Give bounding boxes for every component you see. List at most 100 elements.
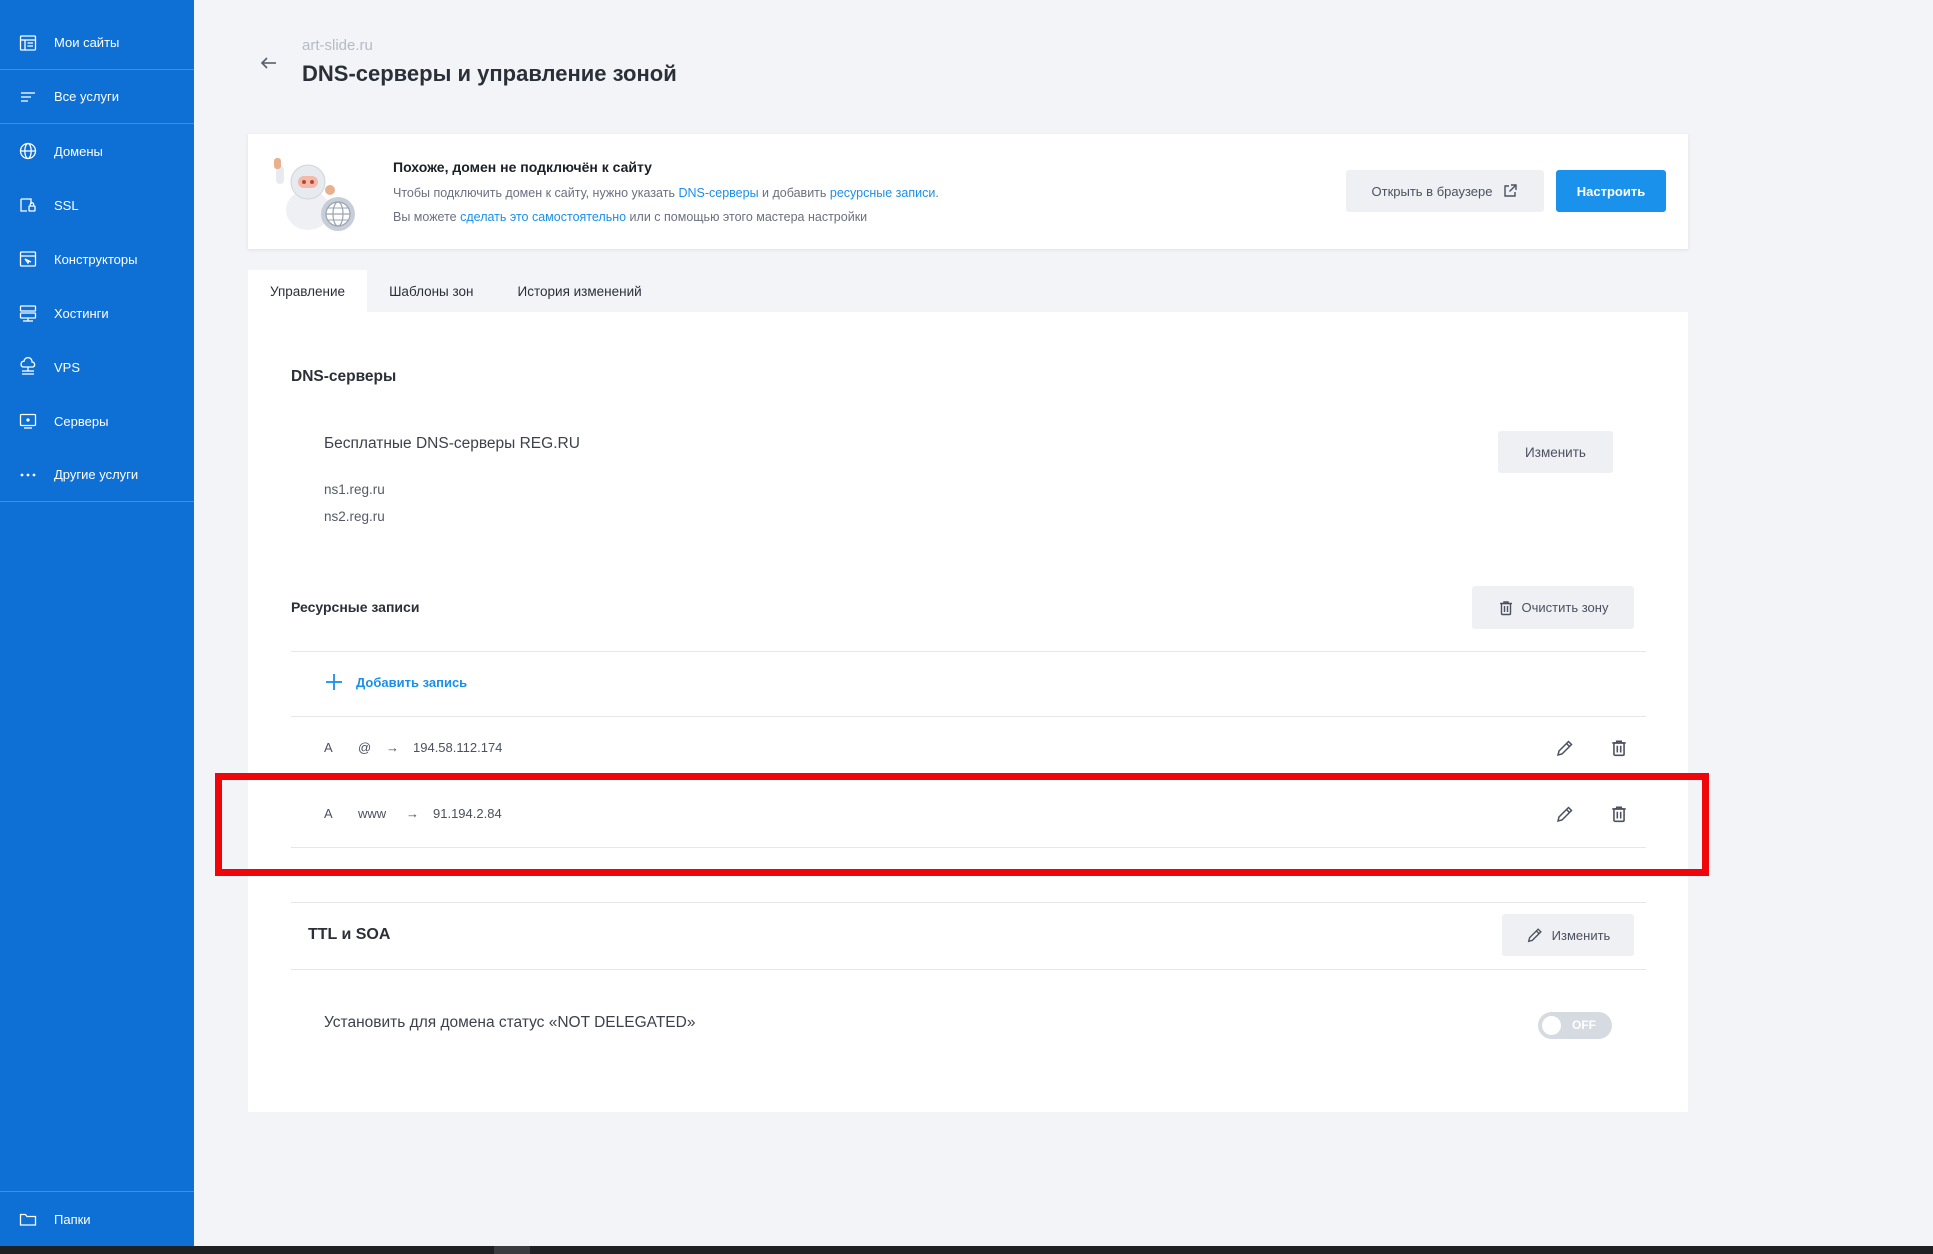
dns-servers-heading: DNS-серверы (291, 368, 397, 385)
folder-icon (18, 1209, 38, 1229)
globe-icon (18, 141, 38, 161)
sidebar-item-vps[interactable]: VPS (0, 340, 194, 394)
not-delegated-toggle[interactable]: OFF (1538, 1012, 1612, 1039)
management-panel: DNS-серверы Бесплатные DNS-серверы REG.R… (248, 312, 1688, 1112)
page-title: DNS-серверы и управление зоной (302, 61, 677, 86)
sidebar-item-label: VPS (54, 359, 81, 375)
add-record-label: Добавить запись (356, 674, 468, 690)
hosting-icon (18, 303, 38, 323)
clear-zone-label: Очистить зону (1521, 600, 1609, 615)
sidebar-item-label: Серверы (54, 413, 109, 429)
banner-text: Чтобы подключить домен к сайту, нужно ук… (393, 186, 679, 200)
divider (291, 902, 1646, 903)
record-value: 194.58.112.174 (413, 740, 503, 755)
divider (291, 847, 1646, 848)
tab-bar: Управление Шаблоны зон История изменений (248, 270, 664, 312)
trash-icon (1499, 600, 1512, 615)
sidebar-item-label: Папки (54, 1211, 91, 1227)
record-row: A www → 91.194.2.84 (291, 788, 1646, 840)
configure-button[interactable]: Настроить (1556, 170, 1666, 212)
record-value: 91.194.2.84 (433, 806, 502, 821)
change-ttl-button[interactable]: Изменить (1502, 914, 1634, 956)
dns-servers-link[interactable]: DNS-серверы (678, 186, 758, 200)
record-type: A (324, 740, 333, 755)
banner-title: Похоже, домен не подключён к сайту (393, 159, 652, 175)
pencil-icon (1556, 806, 1573, 823)
resource-records-heading: Ресурсные записи (291, 599, 420, 615)
more-dots-icon (18, 465, 38, 485)
trash-icon (1612, 806, 1626, 823)
banner-text: и добавить (758, 186, 830, 200)
sidebar-item-domains[interactable]: Домены (0, 124, 194, 178)
banner-text: . (935, 186, 939, 200)
horizontal-scrollbar[interactable] (0, 1246, 1933, 1254)
sidebar-item-label: SSL (54, 197, 79, 213)
sidebar-item-all-services[interactable]: Все услуги (0, 70, 194, 124)
banner-description: Чтобы подключить домен к сайту, нужно ук… (393, 186, 939, 200)
sidebar-item-label: Другие услуги (54, 467, 139, 482)
banner-text: Вы можете (393, 210, 461, 224)
toggle-knob (1542, 1016, 1561, 1035)
record-arrow: → (386, 740, 399, 755)
tab-zone-templates[interactable]: Шаблоны зон (367, 270, 495, 312)
not-connected-banner: Похоже, домен не подключён к сайту Чтобы… (248, 134, 1688, 249)
divider (291, 716, 1646, 717)
sidebar: Мои сайты Все услуги Домены SSL Конструк… (0, 0, 194, 1246)
open-in-browser-label: Открыть в браузере (1371, 183, 1493, 199)
change-ttl-label: Изменить (1551, 927, 1611, 943)
do-it-yourself-link[interactable]: сделать это самостоятельно (460, 210, 626, 224)
record-arrow: → (406, 806, 419, 821)
banner-text: или с помощью этого мастера настройки (626, 210, 868, 224)
clear-zone-button[interactable]: Очистить зону (1472, 586, 1634, 629)
sites-icon (18, 33, 38, 53)
change-dns-button[interactable]: Изменить (1498, 431, 1613, 473)
astronaut-illustration (264, 152, 360, 236)
toggle-state-label: OFF (1572, 1018, 1596, 1032)
nameserver-1: ns1.reg.ru (324, 482, 385, 497)
record-host: www (358, 806, 387, 821)
nameserver-2: ns2.reg.ru (324, 509, 385, 524)
server-icon (18, 411, 38, 431)
delete-record-button[interactable] (1607, 802, 1631, 826)
pencil-icon (1527, 928, 1542, 943)
vps-cloud-icon (18, 357, 38, 377)
open-in-browser-button[interactable]: Открыть в браузере (1346, 170, 1544, 212)
sidebar-item-hosting[interactable]: Хостинги (0, 286, 194, 340)
banner-description-2: Вы можете сделать это самостоятельно или… (393, 210, 867, 224)
delete-record-button[interactable] (1607, 736, 1631, 760)
sidebar-item-label: Все услуги (54, 89, 119, 104)
record-host: @ (358, 740, 372, 755)
sidebar-item-my-sites[interactable]: Мои сайты (0, 16, 194, 70)
resource-records-link[interactable]: ресурсные записи (830, 186, 935, 200)
add-record-button[interactable]: Добавить запись (324, 672, 467, 692)
change-dns-label: Изменить (1525, 444, 1586, 460)
external-link-icon (1504, 184, 1518, 197)
record-row: A @ → 194.58.112.174 (291, 722, 1646, 774)
record-type: A (324, 806, 333, 821)
arrow-left-icon (260, 57, 276, 69)
sidebar-item-servers[interactable]: Серверы (0, 394, 194, 448)
dns-provider-name: Бесплатные DNS-серверы REG.RU (324, 435, 580, 452)
services-list-icon (18, 87, 38, 107)
edit-record-button[interactable] (1553, 736, 1577, 760)
divider (291, 651, 1646, 652)
sidebar-item-ssl[interactable]: SSL (0, 178, 194, 232)
plus-icon (326, 674, 342, 690)
tab-change-history[interactable]: История изменений (496, 270, 664, 312)
trash-icon (1612, 740, 1626, 757)
divider (291, 969, 1646, 970)
domain-name: art-slide.ru (302, 37, 373, 54)
sidebar-item-label: Домены (54, 143, 103, 159)
ssl-lock-icon (18, 195, 38, 215)
sidebar-item-builders[interactable]: Конструкторы (0, 232, 194, 286)
sidebar-item-label: Мои сайты (54, 35, 120, 50)
sidebar-item-folders[interactable]: Папки (0, 1192, 194, 1246)
edit-record-button[interactable] (1553, 802, 1577, 826)
sidebar-item-other-services[interactable]: Другие услуги (0, 448, 194, 502)
sidebar-footer: Папки (0, 1191, 194, 1246)
tab-management[interactable]: Управление (248, 270, 368, 312)
ttl-soa-heading: TTL и SOA (308, 926, 391, 943)
sidebar-item-label: Конструкторы (54, 251, 138, 267)
scrollbar-thumb[interactable] (494, 1246, 530, 1254)
back-button[interactable] (256, 50, 282, 76)
